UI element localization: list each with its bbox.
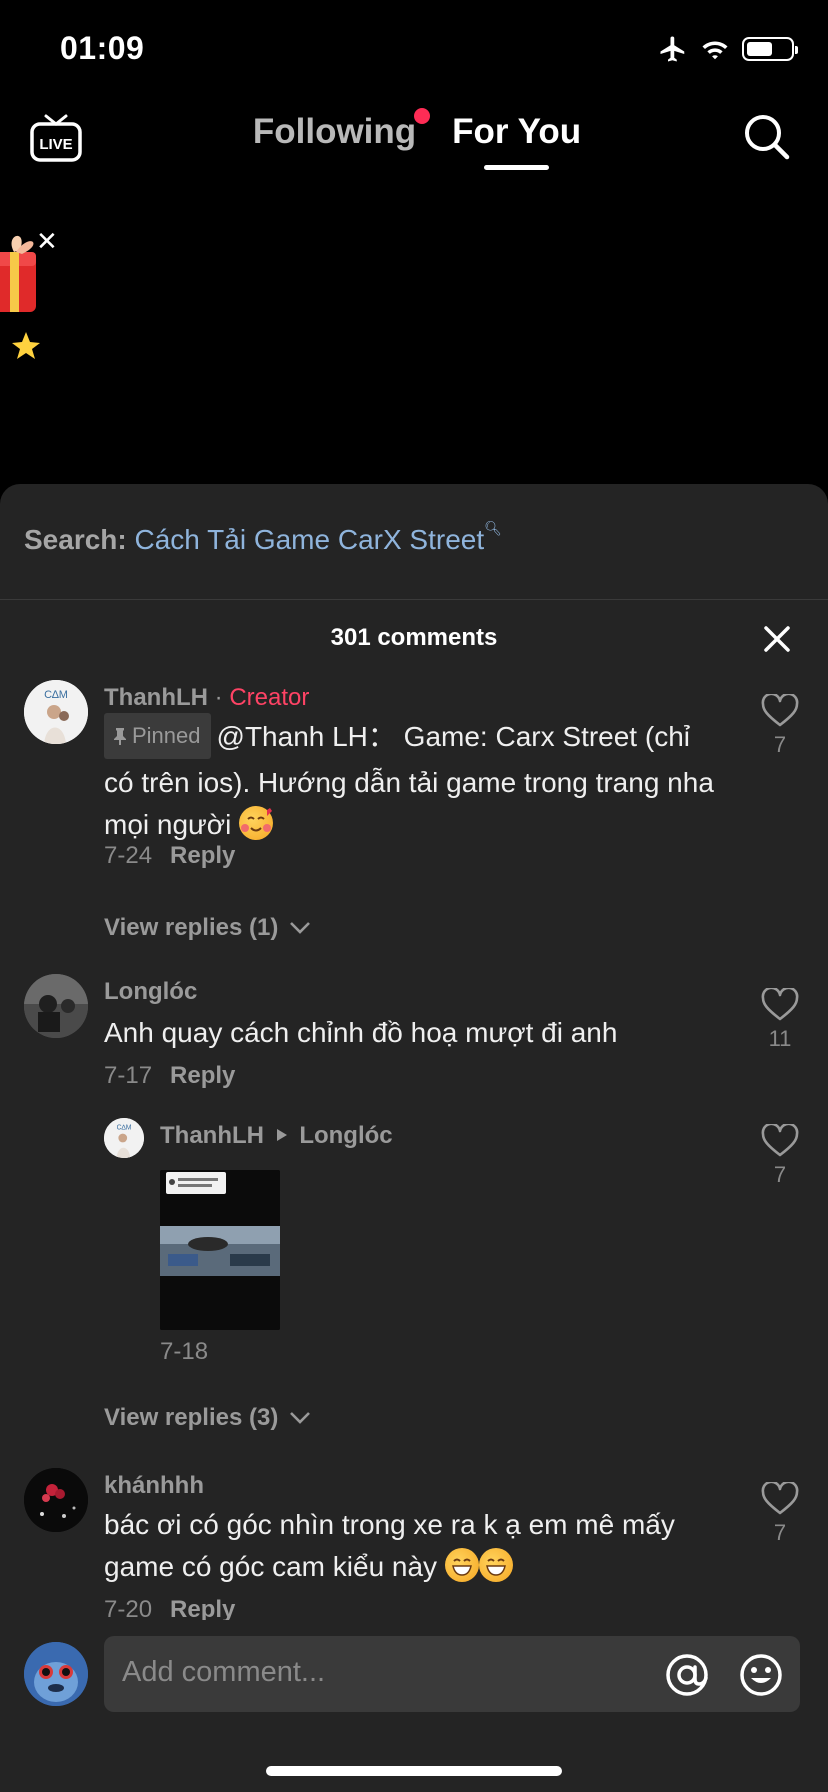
like-count: 7 — [773, 732, 787, 757]
tab-following[interactable]: Following — [252, 108, 431, 166]
search-term-link[interactable]: Cách Tải Game CarX Street — [135, 524, 485, 555]
pinned-badge: Pinned — [104, 713, 211, 759]
reply-author[interactable]: ThanhLH — [160, 1122, 264, 1149]
status-bar: 01:09 — [0, 0, 828, 100]
svg-text:C∆M: C∆M — [117, 1124, 132, 1131]
comment-date: 7-20 — [104, 1596, 153, 1623]
like-count: 11 — [768, 1026, 792, 1051]
play-arrow-icon — [276, 1129, 287, 1141]
view-replies-button[interactable]: View replies (1) — [104, 914, 311, 942]
heart-icon — [761, 988, 799, 1021]
avatar[interactable] — [24, 1468, 88, 1532]
mention-at-icon[interactable] — [664, 1652, 710, 1698]
username-text: ThanhLH — [104, 684, 208, 711]
comment-date: 7-24 — [104, 842, 153, 869]
add-comment-input[interactable]: Add comment... — [104, 1636, 800, 1712]
wifi-icon — [702, 41, 728, 60]
reply-date: 7-18 — [160, 1338, 209, 1365]
notification-dot — [414, 108, 431, 124]
avatar[interactable]: C∆M — [24, 680, 88, 744]
reply-button[interactable]: Reply — [170, 1596, 235, 1623]
grinning-face-emoji — [444, 1547, 479, 1582]
search-button[interactable] — [742, 112, 792, 162]
reply-username: ThanhLH Longlóc — [160, 1122, 393, 1150]
reply-video-thumbnail[interactable] — [160, 1170, 280, 1330]
battery-icon — [742, 37, 798, 61]
avatar-image — [24, 1468, 88, 1532]
smiling-face-with-hearts-emoji — [239, 805, 274, 840]
comment-item: Longlóc Anh quay cách chỉnh đồ hoạ mượt … — [0, 974, 828, 1124]
avatar[interactable]: C∆M — [104, 1118, 144, 1158]
view-replies-button[interactable]: View replies (3) — [104, 1404, 311, 1432]
search-icon — [745, 115, 790, 160]
view-replies-label: View replies (3) — [104, 1404, 279, 1431]
heart-icon — [761, 1124, 799, 1157]
comments-sheet: Search: Cách Tải Game CarX Street🔍︎ 301 … — [0, 484, 828, 1792]
comment-item: khánhhh bác ơi có góc nhìn trong xe ra k… — [0, 1468, 828, 1628]
comment-item: C∆M ThanhLH · Creator Pinned @Thanh LH： G… — [0, 680, 828, 900]
comment-text: Anh quay cách chỉnh đồ hoạ mượt đi anh — [104, 1017, 618, 1048]
like-button[interactable]: 7 — [750, 694, 810, 758]
comment-username[interactable]: Longlóc — [104, 978, 197, 1006]
comment-username[interactable]: ThanhLH · Creator — [104, 684, 309, 712]
search-small-icon: 🔍︎ — [484, 520, 502, 536]
heart-icon — [761, 694, 799, 727]
tab-for-you-label: For You — [452, 112, 582, 151]
view-replies-label: View replies (1) — [104, 914, 279, 941]
creator-badge: Creator — [229, 684, 310, 711]
heart-icon — [761, 1482, 799, 1515]
comment-username[interactable]: khánhhh — [104, 1472, 204, 1500]
reply-button[interactable]: Reply — [170, 842, 235, 869]
gift-close-icon[interactable]: ✕ — [36, 226, 58, 257]
emoji-smile-icon[interactable] — [738, 1652, 784, 1698]
comments-header: 301 comments — [0, 600, 828, 680]
reply-item: C∆M ThanhLH Longlóc 7 7-18 — [0, 1118, 828, 1368]
comment-text: bác ơi có góc nhìn trong xe ra k ạ em mê… — [104, 1504, 724, 1588]
video-thumbnail-image — [160, 1170, 280, 1330]
comment-meta: 7-17 Reply — [104, 1062, 235, 1090]
airplane-icon — [660, 36, 685, 62]
avatar-image — [24, 1642, 88, 1706]
reply-target-user[interactable]: Longlóc — [299, 1122, 392, 1149]
home-indicator[interactable] — [266, 1766, 562, 1776]
comment-count: 301 comments — [330, 624, 498, 651]
status-icons — [658, 34, 798, 64]
close-icon[interactable] — [762, 624, 792, 654]
svg-text:C∆M: C∆M — [44, 689, 68, 701]
search-prefix: Search: — [24, 524, 127, 555]
input-placeholder: Add comment... — [122, 1656, 326, 1688]
my-avatar[interactable] — [24, 1642, 88, 1706]
comment-meta: 7-24 Reply — [104, 842, 235, 870]
status-time: 01:09 — [60, 30, 145, 66]
related-search[interactable]: Search: Cách Tải Game CarX Street🔍︎ — [0, 484, 828, 600]
like-count: 7 — [773, 1162, 787, 1187]
feed-tabs: Following For You — [0, 108, 828, 170]
chevron-down-icon — [290, 922, 310, 934]
pinned-label: Pinned — [132, 723, 201, 748]
avatar-image: C∆M — [24, 680, 88, 744]
top-nav: LIVE Following For You — [0, 100, 828, 190]
comment-date: 7-17 — [104, 1062, 153, 1089]
grinning-face-emoji — [478, 1547, 513, 1582]
tab-for-you[interactable]: For You — [452, 112, 582, 170]
comment-text: Pinned @Thanh LH： Game: Carx Street (chỉ … — [104, 713, 724, 846]
reply-button[interactable]: Reply — [170, 1062, 235, 1089]
separator: · — [207, 684, 230, 711]
like-button[interactable]: 7 — [750, 1482, 810, 1546]
chevron-down-icon — [290, 1412, 310, 1424]
tab-following-label: Following — [252, 112, 417, 151]
like-button[interactable]: 11 — [750, 988, 810, 1052]
like-button[interactable]: 7 — [750, 1124, 810, 1188]
pin-icon — [114, 728, 126, 745]
comment-input-bar: Add comment... — [0, 1620, 828, 1792]
like-count: 7 — [773, 1520, 787, 1545]
avatar-image — [24, 974, 88, 1038]
avatar-image: C∆M — [104, 1118, 144, 1158]
avatar[interactable] — [24, 974, 88, 1038]
comment-body: bác ơi có góc nhìn trong xe ra k ạ em mê… — [104, 1509, 675, 1582]
